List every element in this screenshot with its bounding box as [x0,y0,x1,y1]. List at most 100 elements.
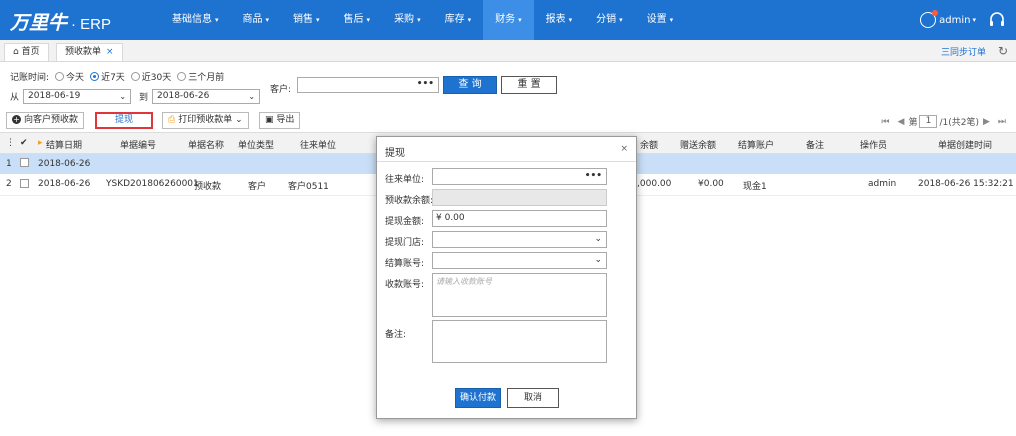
account-select[interactable]: ⌄ [432,252,607,269]
last-page-icon[interactable]: ⏭ [998,117,1006,127]
user-avatar-icon [920,10,939,28]
prev-page-icon[interactable]: ◀ [898,117,905,127]
col-unit-type[interactable]: 单位类型 [238,138,274,151]
chevron-down-icon: ⌄ [594,234,602,244]
row-number: 2 [6,179,12,189]
remark-label: 备注: [385,330,407,340]
date-range-options: 记账时间: 今天 近7天 近30天 三个月前 [10,70,224,83]
col-partner[interactable]: 往来单位 [300,138,336,151]
nav-item-after-sales[interactable]: 售后 ▾ [332,0,383,40]
col-balance[interactable]: 余额 [640,138,658,151]
nav-item-distribution[interactable]: 分销 ▾ [584,0,635,40]
remark-input[interactable] [432,320,607,363]
radio-7days[interactable] [90,72,100,81]
first-page-icon[interactable]: ⏮ [881,117,889,127]
print-button[interactable]: ⎙ 打印预收款单 ⌄ [162,112,249,129]
sync-orders-link[interactable]: 三同步订单 [941,45,986,58]
add-prepayment-button[interactable]: + 向客户预收款 [6,112,85,129]
chevron-down-icon: ▾ [417,16,421,24]
tab-home[interactable]: ⌂ 首页 [4,43,49,61]
user-menu[interactable]: admin ▾ [920,10,976,28]
to-date-select[interactable]: 2018-06-26 ⌄ [152,89,261,104]
chevron-down-icon: ▾ [467,16,472,24]
date-label: 记账时间: [10,73,50,83]
row-unit-type: 客户 [248,182,267,192]
chevron-down-icon: ▾ [316,16,320,24]
radio-today-label: 今天 [66,73,85,83]
page-number-input[interactable]: 1 [919,115,938,128]
check-all-icon[interactable]: ✔ [20,138,28,148]
tab-prepayment[interactable]: 预收款单 × [56,43,123,61]
chevron-down-icon: ▾ [366,16,371,24]
radio-today[interactable] [55,72,65,81]
radio-30days-label: 近30天 [141,73,172,83]
logo-suffix: · ERP [71,16,112,33]
nav-item-finance[interactable]: 财务 ▾ [483,0,534,40]
more-icon[interactable]: ••• [585,169,602,184]
date-range: 从 2018-06-19 ⌄ 到 2018-06-26 ⌄ [10,89,268,104]
chevron-down-icon: ⌄ [119,92,127,101]
chevron-down-icon: ▾ [972,16,976,24]
col-doc-name[interactable]: 单据名称 [188,138,224,151]
row-balance: ,000.00 [637,179,672,189]
radio-3months[interactable] [177,72,187,81]
chevron-down-icon: ⌄ [248,92,256,101]
row-doc-no[interactable]: YSKD201806260001 [106,179,199,189]
app-logo[interactable]: 万里牛 · ERP [10,8,111,35]
customer-input[interactable]: ••• [297,77,439,93]
row-checkbox[interactable] [20,179,29,189]
store-select[interactable]: ⌄ [432,231,607,248]
withdraw-dialog: 提现 × 往来单位: ••• 预收款余额: 提现金额: ¥ 0.00 提现门店:… [376,136,637,419]
chevron-down-icon: ⌄ [594,255,602,265]
col-remark[interactable]: 备注 [806,138,824,151]
headset-icon[interactable] [988,11,1006,29]
top-nav-bar: 万里牛 · ERP 基础信息 ▾ 商品 ▾ 销售 ▾ 售后 ▾ 采购 ▾ 库存 ▾ 财务 ▾ 报… [0,0,1016,40]
reset-button[interactable]: 重 置 [501,76,557,94]
nav-item-sales[interactable]: 销售 ▾ [281,0,332,40]
nav-item-inventory[interactable]: 库存 ▾ [433,0,484,40]
col-gift-balance[interactable]: 赠送余额 [680,138,716,151]
dialog-title: 提现 [385,148,405,159]
col-operator[interactable]: 操作员 [860,138,887,151]
tabs-bar: ⌂ 首页 预收款单 × 三同步订单 ↻ [0,40,1016,62]
amount-input[interactable]: ¥ 0.00 [432,210,607,227]
col-account[interactable]: 结算账户 [738,138,774,151]
close-icon[interactable]: × [620,144,628,154]
col-doc-no[interactable]: 单据编号 [120,138,156,151]
receive-account-label: 收款账号: [385,280,425,290]
nav-item-settings[interactable]: 设置 ▾ [635,0,686,40]
from-date-select[interactable]: 2018-06-19 ⌄ [23,89,132,104]
nav-item-basic-info[interactable]: 基础信息 ▾ [160,0,231,40]
from-label: 从 [10,93,20,103]
export-icon: ▣ [265,115,274,125]
radio-7days-label: 近7天 [101,73,125,83]
more-icon[interactable]: ••• [417,79,434,89]
row-date: 2018-06-26 [38,179,91,189]
refresh-icon[interactable]: ↻ [998,44,1008,58]
cancel-button[interactable]: 取消 [507,388,559,408]
row-checkbox[interactable] [20,158,29,168]
nav-item-reports[interactable]: 报表 ▾ [534,0,585,40]
next-page-icon[interactable]: ▶ [983,117,990,127]
row-created: 2018-06-26 15:32:21 [918,179,1014,189]
sort-icon: ▸ [38,138,43,148]
receive-account-input[interactable]: 请输入收款账号 [432,273,607,317]
row-operator: admin [868,179,897,189]
export-button[interactable]: ▣ 导出 [259,112,301,129]
nav-item-purchase[interactable]: 采购 ▾ [382,0,433,40]
radio-30days[interactable] [130,72,140,81]
row-doc-name: 预收款 [194,182,222,192]
col-settle-date[interactable]: 结算日期 [46,138,82,151]
close-icon[interactable]: × [106,47,114,57]
confirm-payment-button[interactable]: 确认付款 [455,388,501,408]
column-menu-icon[interactable]: ⋮ [6,138,15,148]
nav-item-goods[interactable]: 商品 ▾ [231,0,282,40]
query-button[interactable]: 查 询 [443,76,497,94]
row-partner: 客户0511 [288,182,329,192]
page-total: /1(共2笔) [939,118,979,128]
printer-icon: ⎙ [168,115,176,125]
chevron-down-icon: ▾ [215,16,219,24]
col-created[interactable]: 单据创建时间 [938,138,992,151]
partner-input[interactable]: ••• [432,168,607,185]
withdraw-button[interactable]: 提现 [95,112,153,129]
